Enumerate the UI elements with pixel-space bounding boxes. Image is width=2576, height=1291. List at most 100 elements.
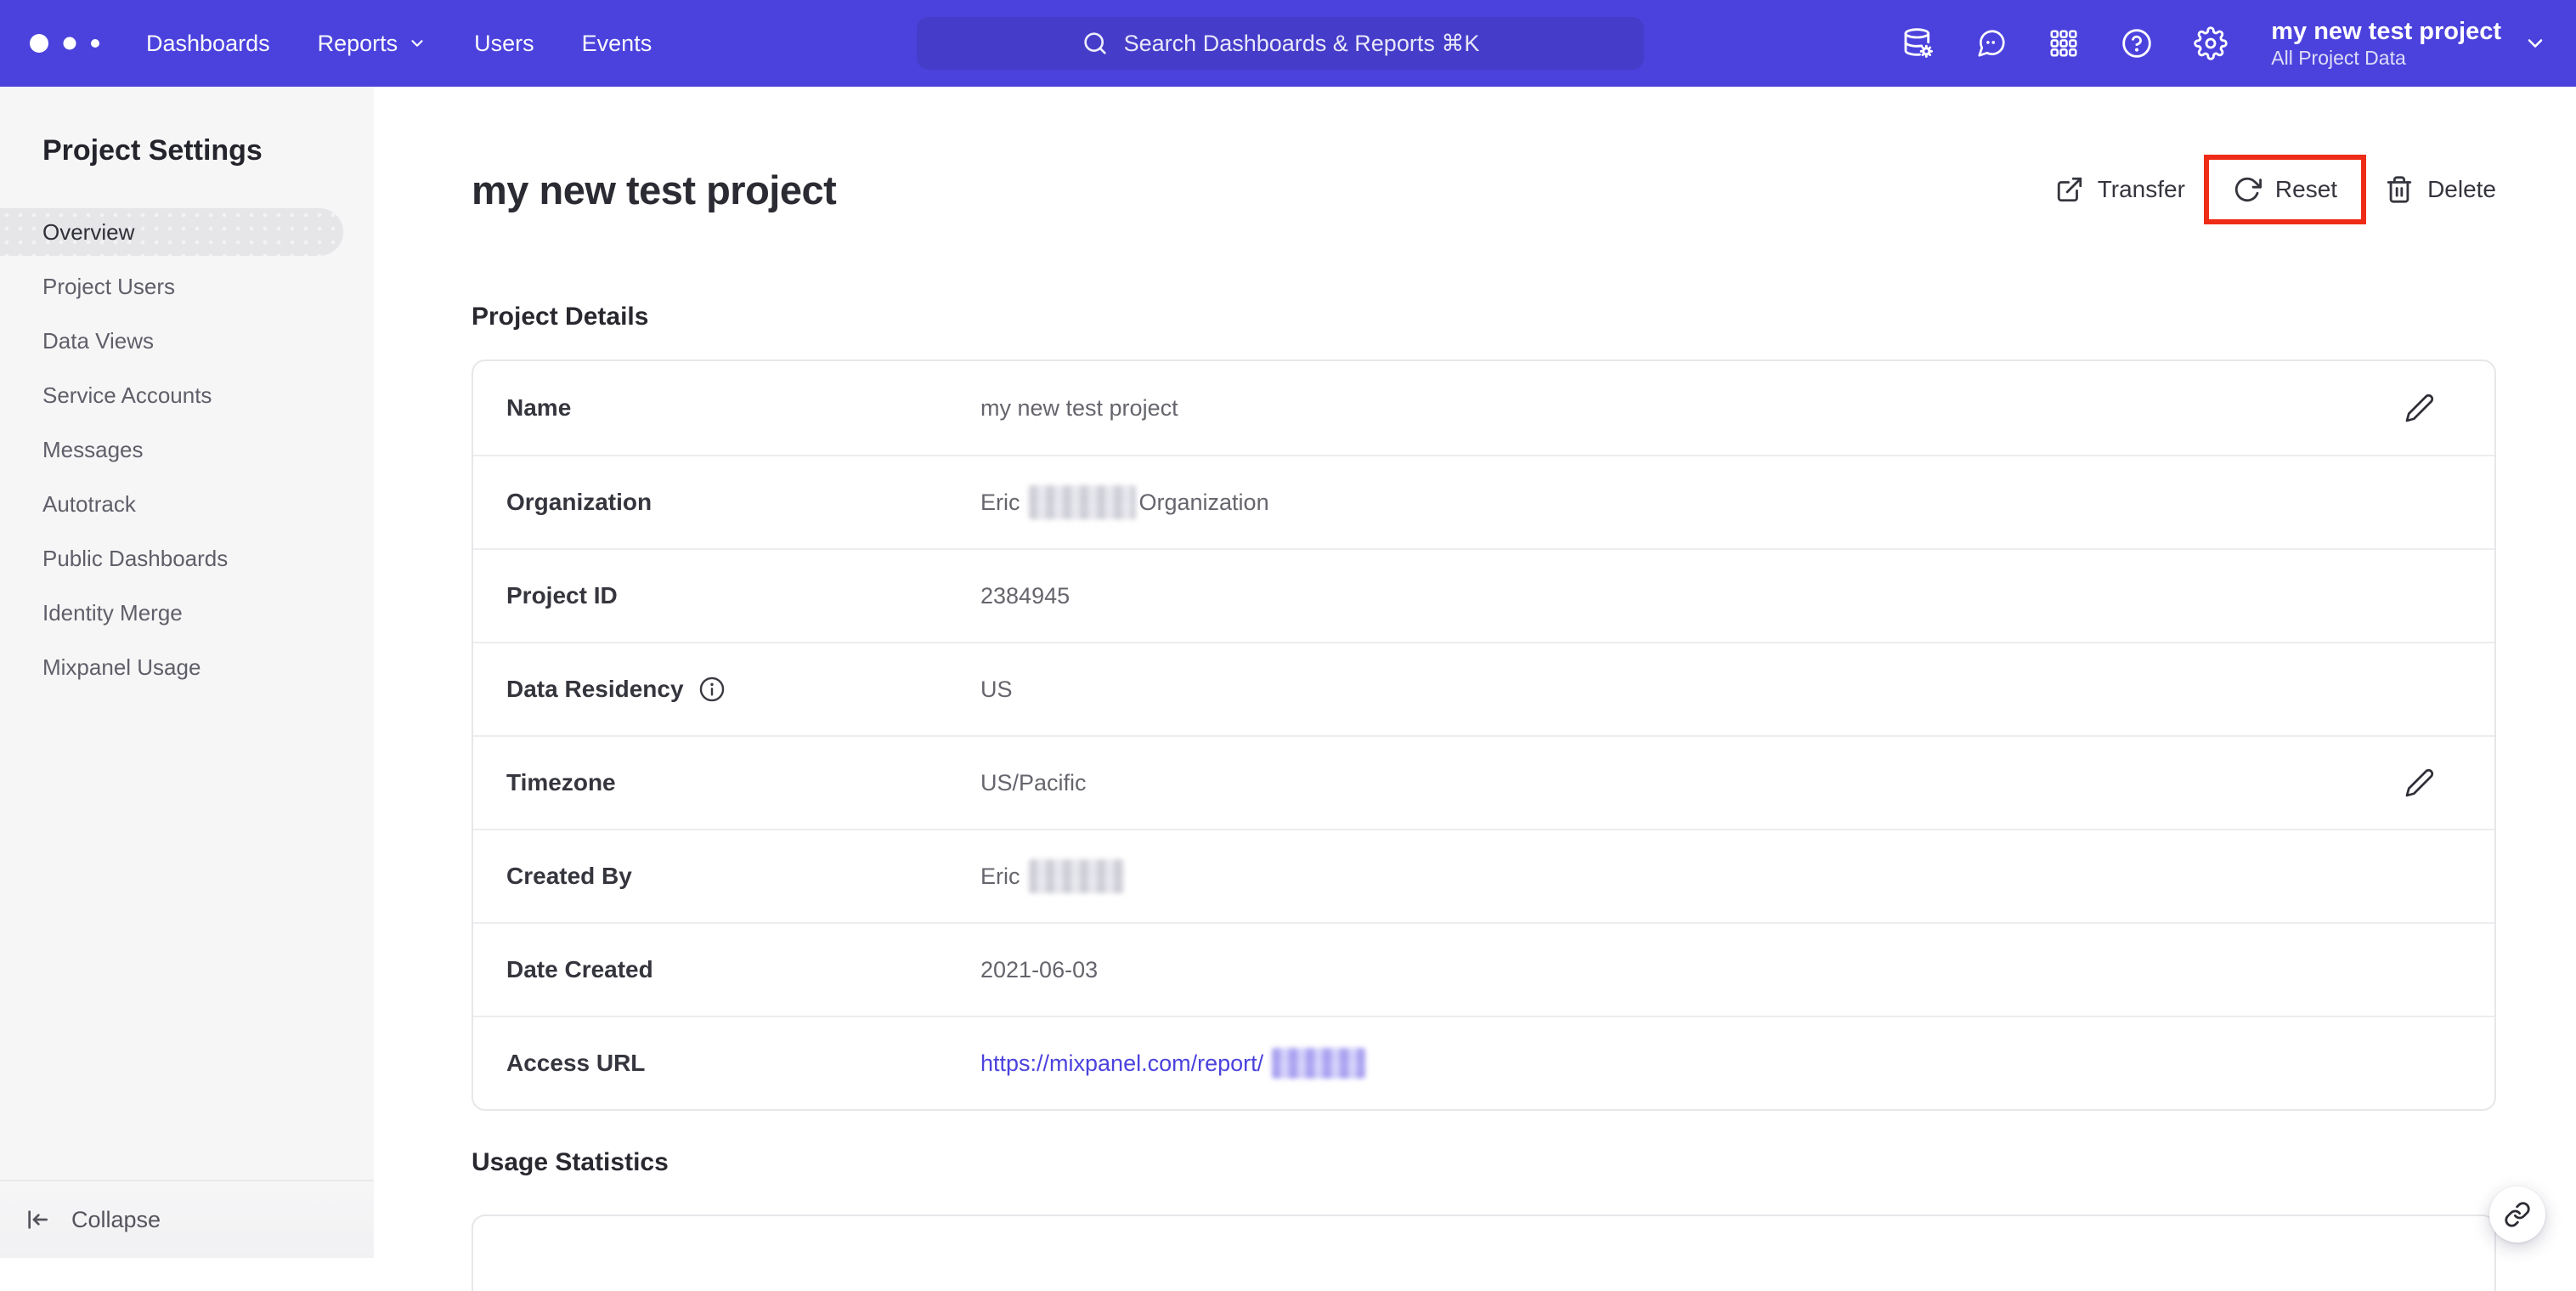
access-url-link[interactable]: https://mixpanel.com/report/ bbox=[980, 1048, 1369, 1079]
messages-button[interactable] bbox=[1975, 27, 2008, 59]
detail-row-access-url: Access URL https://mixpanel.com/report/ bbox=[473, 1016, 2494, 1109]
pencil-icon bbox=[2405, 394, 2434, 422]
sidebar-item-mixpanel-usage[interactable]: Mixpanel Usage bbox=[0, 640, 374, 694]
project-switcher-name: my new test project bbox=[2271, 18, 2501, 46]
settings-gear-button[interactable] bbox=[2194, 26, 2228, 60]
chevron-down-icon bbox=[2528, 39, 2543, 48]
sidebar-collapse-button[interactable]: Collapse bbox=[0, 1180, 374, 1258]
row-value: Organization bbox=[1138, 489, 1269, 515]
sidebar-item-messages[interactable]: Messages bbox=[0, 422, 374, 477]
nav-users-label: Users bbox=[474, 30, 534, 56]
sidebar-item-label: Identity Merge bbox=[42, 599, 183, 626]
delete-label: Delete bbox=[2427, 176, 2496, 202]
sidebar-item-label: Public Dashboards bbox=[42, 545, 229, 571]
row-label: Timezone bbox=[506, 769, 616, 796]
global-search-input[interactable]: Search Dashboards & Reports ⌘K bbox=[917, 17, 1644, 70]
data-management-icon bbox=[1904, 28, 1934, 58]
row-label: Access URL bbox=[506, 1050, 646, 1076]
row-label: Project ID bbox=[506, 582, 618, 609]
project-details-card: Name my new test project Organization Er… bbox=[472, 360, 2496, 1111]
pencil-icon bbox=[2405, 768, 2434, 797]
row-label: Created By bbox=[506, 863, 632, 889]
help-icon bbox=[2122, 29, 2151, 58]
sidebar-item-label: Autotrack bbox=[42, 490, 136, 517]
detail-row-organization: Organization Eric Organization bbox=[473, 455, 2494, 548]
redacted-blur bbox=[1028, 859, 1124, 893]
nav-users[interactable]: Users bbox=[474, 31, 534, 57]
app-grid-icon bbox=[2050, 30, 2077, 57]
nav-events[interactable]: Events bbox=[582, 31, 652, 57]
row-label: Name bbox=[506, 394, 572, 421]
row-value: US/Pacific bbox=[980, 769, 1087, 796]
sidebar-item-label: Project Users bbox=[42, 273, 176, 299]
sidebar-item-service-accounts[interactable]: Service Accounts bbox=[0, 368, 374, 422]
reset-icon bbox=[2234, 177, 2262, 202]
sidebar-item-label: Overview bbox=[42, 218, 135, 245]
sidebar-item-label: Data Views bbox=[42, 327, 155, 354]
collapse-label: Collapse bbox=[71, 1206, 161, 1232]
top-navbar: Dashboards Reports Users Events Search D… bbox=[0, 0, 2576, 87]
app-grid-button[interactable] bbox=[2048, 27, 2080, 59]
section-title-project-details: Project Details bbox=[472, 303, 649, 331]
sidebar-item-autotrack[interactable]: Autotrack bbox=[0, 477, 374, 531]
main-content: my new test project Transfer Reset Delet… bbox=[374, 87, 2576, 1291]
project-actions: Transfer Reset Delete bbox=[2055, 155, 2496, 224]
delete-button[interactable]: Delete bbox=[2385, 175, 2496, 204]
page-title: my new test project bbox=[472, 167, 837, 212]
nav-events-label: Events bbox=[581, 30, 652, 56]
reset-label: Reset bbox=[2274, 176, 2338, 202]
row-label: Data Residency bbox=[506, 676, 684, 702]
detail-row-created-by: Created By Eric bbox=[473, 829, 2494, 922]
mixpanel-logo-icon bbox=[30, 34, 99, 53]
nav-reports-label: Reports bbox=[317, 30, 398, 56]
sidebar-item-label: Messages bbox=[42, 436, 144, 462]
copy-link-button[interactable] bbox=[2489, 1186, 2545, 1243]
search-icon bbox=[1083, 32, 1106, 54]
detail-row-date-created: Date Created 2021-06-03 bbox=[473, 922, 2494, 1016]
row-value: Eric bbox=[980, 489, 1020, 515]
row-value: 2021-06-03 bbox=[980, 956, 1099, 982]
info-icon[interactable] bbox=[698, 675, 726, 704]
transfer-icon bbox=[2057, 177, 2082, 202]
delete-icon bbox=[2387, 176, 2412, 203]
settings-gear-icon bbox=[2194, 26, 2228, 60]
navbar-right: my new test project All Project Data bbox=[1901, 0, 2547, 87]
redacted-blur bbox=[1272, 1048, 1366, 1079]
nav-reports[interactable]: Reports bbox=[318, 31, 427, 57]
project-switcher-text: my new test project All Project Data bbox=[2271, 16, 2501, 71]
sidebar-item-overview[interactable]: Overview bbox=[0, 208, 343, 256]
link-icon bbox=[2505, 1202, 2530, 1227]
redacted-blur bbox=[1028, 485, 1136, 519]
nav-dashboards-label: Dashboards bbox=[146, 30, 270, 56]
sidebar-item-identity-merge[interactable]: Identity Merge bbox=[0, 586, 374, 640]
sidebar-item-label: Service Accounts bbox=[42, 382, 212, 408]
project-switcher-scope: All Project Data bbox=[2271, 47, 2406, 70]
sidebar-item-project-users[interactable]: Project Users bbox=[0, 259, 374, 314]
detail-row-name: Name my new test project bbox=[473, 361, 2494, 455]
row-value: my new test project bbox=[980, 394, 1178, 421]
settings-sidebar: Project Settings Overview Project Users … bbox=[0, 87, 374, 1258]
row-value: Eric bbox=[980, 863, 1020, 889]
help-button[interactable] bbox=[2120, 26, 2154, 60]
edit-name-button[interactable] bbox=[2404, 393, 2435, 423]
sidebar-item-data-views[interactable]: Data Views bbox=[0, 314, 374, 368]
transfer-button[interactable]: Transfer bbox=[2055, 175, 2185, 204]
sidebar-nav: Overview Project Users Data Views Servic… bbox=[0, 208, 374, 694]
nav-dashboards[interactable]: Dashboards bbox=[146, 31, 270, 57]
access-url-text: https://mixpanel.com/report/ bbox=[980, 1050, 1264, 1076]
collapse-icon bbox=[28, 1210, 48, 1229]
sidebar-item-public-dashboards[interactable]: Public Dashboards bbox=[0, 531, 374, 586]
row-value: US bbox=[980, 676, 1013, 702]
row-value: 2384945 bbox=[980, 582, 1071, 609]
annotation-highlight: Reset bbox=[2203, 155, 2367, 224]
detail-row-timezone: Timezone US/Pacific bbox=[473, 735, 2494, 829]
reset-button[interactable]: Reset bbox=[2233, 175, 2337, 204]
data-management-button[interactable] bbox=[1901, 26, 1935, 60]
primary-nav: Dashboards Reports Users Events bbox=[146, 31, 652, 57]
detail-row-data-residency: Data Residency US bbox=[473, 642, 2494, 735]
edit-timezone-button[interactable] bbox=[2404, 767, 2435, 798]
project-switcher[interactable]: my new test project All Project Data bbox=[2271, 16, 2547, 71]
mixpanel-logo[interactable] bbox=[27, 26, 116, 60]
row-label: Organization bbox=[506, 489, 652, 515]
messages-icon bbox=[1978, 30, 2005, 57]
